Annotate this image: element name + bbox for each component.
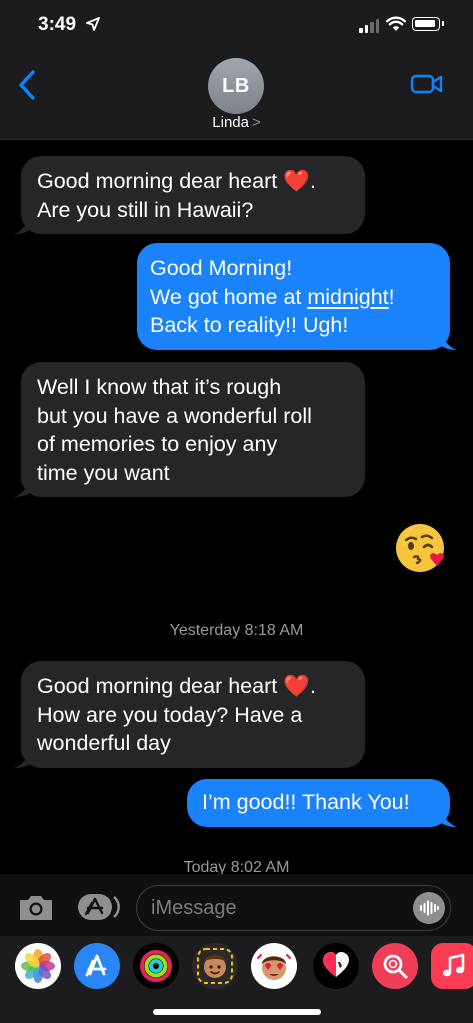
message-text: of memories to enjoy any [37, 432, 278, 456]
message-text: How are you today? Have a [37, 702, 303, 727]
camera-icon[interactable] [17, 894, 55, 922]
bubble-tail [14, 477, 32, 497]
message-text: Good morning dear heart ❤️. [37, 674, 316, 698]
kissing-face-emoji-icon [396, 524, 444, 572]
message-bubble-incoming[interactable]: Well I know that it’s rough but you have… [14, 362, 365, 497]
message-bubble-outgoing[interactable]: I’m good!! Thank You! [187, 779, 457, 827]
activity-icon[interactable] [133, 943, 179, 989]
memoji-stickers-icon[interactable] [251, 943, 297, 989]
timestamp-time: 8:18 AM [244, 622, 304, 639]
data-detector-link[interactable]: midnight [307, 285, 388, 309]
message-text: Good morning dear heart ❤️. [37, 169, 316, 193]
home-indicator[interactable] [153, 1009, 321, 1015]
compose-bar: iMessage [0, 874, 473, 936]
contact-avatar[interactable]: LB [208, 58, 264, 114]
status-time: 3:49 [38, 14, 77, 35]
message-text: I’m good!! Thank You! [202, 790, 410, 814]
bubble-tail [14, 214, 32, 234]
conversation-header: LB Linda > [0, 52, 473, 140]
imessage-input[interactable]: iMessage [136, 885, 451, 931]
music-icon[interactable] [431, 943, 473, 989]
photos-icon[interactable] [15, 943, 61, 989]
message-text: Are you still in Hawaii? [37, 197, 254, 222]
wifi-icon [386, 16, 406, 31]
input-placeholder: iMessage [151, 897, 237, 919]
message-text-line: We got home at midnight! [150, 283, 435, 312]
app-store-icon[interactable] [74, 943, 120, 989]
contact-name-button[interactable]: Linda > [0, 114, 473, 131]
contact-name: Linda [212, 114, 249, 131]
bubble-tail [439, 807, 457, 827]
app-store-drawer-icon[interactable] [76, 892, 120, 922]
battery-icon [412, 17, 444, 31]
back-chevron-icon[interactable] [16, 68, 40, 102]
message-text: Good Morning! [150, 256, 293, 280]
message-text: but you have a wonderful roll [37, 403, 312, 428]
message-bubble-incoming[interactable]: Good morning dear heart ❤️. Are you stil… [14, 156, 365, 234]
chevron-right-icon: > [251, 114, 261, 131]
timestamp-day: Yesterday [169, 622, 241, 639]
cellular-signal-icon [359, 19, 379, 33]
bubble-tail [439, 330, 457, 350]
message-text: time you want [37, 460, 170, 485]
bubble-tail [14, 748, 32, 768]
message-text: Back to reality!! Ugh! [150, 313, 349, 337]
images-search-icon[interactable] [372, 943, 418, 989]
message-text: Well I know that it’s rough [37, 375, 282, 399]
message-bubble-outgoing[interactable]: Good Morning! We got home at midnight! B… [137, 243, 457, 350]
audio-message-icon[interactable] [413, 892, 445, 924]
status-bar: 3:49 [0, 0, 473, 52]
message-text: ! [388, 284, 395, 309]
timestamp: Yesterday 8:18 AM [0, 622, 473, 640]
location-arrow-icon [86, 17, 100, 31]
facetime-video-icon[interactable] [410, 72, 444, 96]
message-text: We got home at [150, 284, 308, 309]
message-text: wonderful day [37, 731, 171, 755]
memoji-icon[interactable] [192, 943, 238, 989]
message-bubble-incoming[interactable]: Good morning dear heart ❤️. How are you … [14, 661, 365, 768]
digital-touch-icon[interactable] [313, 943, 359, 989]
emoji-message[interactable] [394, 520, 450, 576]
